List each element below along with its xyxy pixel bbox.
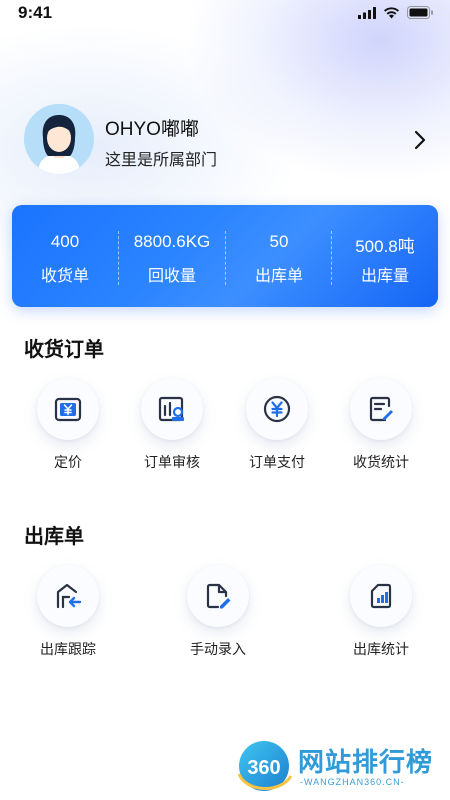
logo-text: 360 [247,757,280,779]
stat-value: 400 [50,232,80,251]
watermark-subtitle: -WANGZHAN360.CN- [300,777,405,787]
func-receipt-stats[interactable]: 收货统计 [331,378,431,472]
audit-chart-icon [158,396,184,422]
func-icon-wrap [141,378,203,440]
stat-recycled-amount[interactable]: 8800.6KG 回收量 [119,205,225,307]
chevron-right-icon[interactable] [414,130,426,150]
wifi-icon [384,6,399,18]
stat-outbound-amount[interactable]: 500.8吨 出库量 [332,205,438,307]
status-time: 9:41 [18,3,53,22]
func-icon-wrap [37,565,99,627]
status-icons [358,6,434,19]
func-manual-entry[interactable]: 手动录入 [168,565,268,659]
edit-document-icon [369,396,393,422]
stat-label: 出库单 [254,266,303,285]
func-icon-wrap [246,378,308,440]
360-logo-icon: 360 [237,741,293,791]
func-icon-wrap [37,378,99,440]
watermark-title: 网站排行榜 [298,748,434,778]
watermark: 360 网站排行榜 -WANGZHAN360.CN- [236,740,446,796]
func-icon-wrap [350,378,412,440]
signal-icon [358,6,376,19]
func-order-payment[interactable]: 订单支付 [227,378,327,472]
bar-chart-document-icon [370,583,392,609]
user-name: OHYO嘟嘟 [105,119,199,140]
func-label: 出库跟踪 [40,642,96,658]
section-title-outbound: 出库单 [24,524,84,548]
user-department: 这里是所属部门 [105,150,218,169]
func-label: 定价 [54,455,82,471]
func-outbound-tracking[interactable]: 出库跟踪 [18,565,118,659]
stat-label: 回收量 [147,266,196,285]
func-icon-wrap [350,565,412,627]
user-avatar-icon [24,104,94,174]
document-edit-icon [206,583,231,609]
func-label: 订单支付 [249,455,305,471]
stat-value: 500.8吨 [355,237,415,256]
stat-value: 8800.6KG [133,232,211,251]
func-icon-wrap [187,565,249,627]
avatar[interactable] [24,104,94,174]
stat-label: 收货单 [40,266,89,285]
yuan-wallet-icon [54,397,82,422]
warehouse-return-icon [56,583,82,609]
stat-received-orders[interactable]: 400 收货单 [12,205,118,307]
status-bar: 9:41 [0,0,450,28]
func-label: 收货统计 [353,455,409,471]
func-pricing[interactable]: 定价 [18,378,118,472]
stat-value: 50 [269,232,289,251]
func-label: 手动录入 [190,642,246,658]
yuan-circle-icon [263,395,291,423]
func-label: 出库统计 [353,642,409,658]
battery-icon [407,6,433,19]
stat-label: 出库量 [360,266,409,285]
profile-header[interactable]: OHYO嘟嘟 这里是所属部门 [24,104,426,178]
func-outbound-stats[interactable]: 出库统计 [331,565,431,659]
func-order-audit[interactable]: 订单审核 [122,378,222,472]
stat-outbound-orders[interactable]: 50 出库单 [226,205,332,307]
func-label: 订单审核 [144,455,200,471]
stats-card: 400 收货单 8800.6KG 回收量 50 出库单 500.8吨 出库量 [12,205,438,307]
section-title-receipt: 收货订单 [24,337,104,361]
